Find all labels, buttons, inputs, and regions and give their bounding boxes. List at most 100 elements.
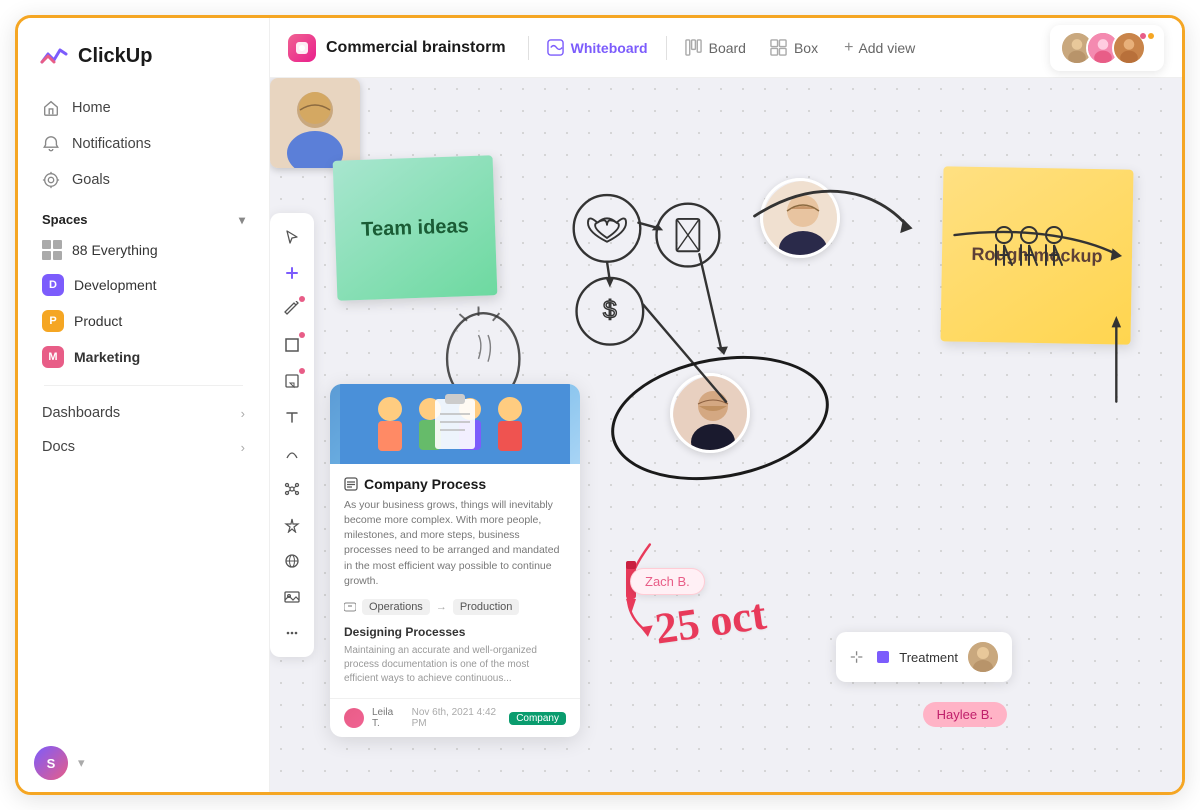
topbar: Commercial brainstorm Whiteboard Board	[270, 18, 1182, 78]
app-name: ClickUp	[78, 45, 152, 68]
doc-flow: Operations → Production	[344, 599, 566, 615]
flow-to: Production	[453, 599, 520, 615]
bell-icon	[42, 135, 60, 153]
treatment-label: Treatment	[899, 650, 958, 665]
box-tab-label: Box	[794, 40, 818, 56]
user-status-dot-2	[1148, 33, 1154, 39]
box-tab-icon	[770, 39, 787, 56]
person-photo-woman-top	[760, 178, 840, 258]
add-view-button[interactable]: + Add view	[834, 33, 925, 63]
whiteboard-tab-label: Whiteboard	[571, 40, 648, 56]
user-dropdown-arrow: ▾	[78, 755, 85, 771]
topbar-right	[1050, 25, 1164, 71]
section-title: Designing Processes	[344, 625, 566, 639]
pen-icon	[284, 301, 300, 317]
sidebar-item-notifications[interactable]: Notifications	[30, 126, 257, 162]
draw-tools-panel	[270, 213, 314, 657]
section-desc: Maintaining an accurate and well-organiz…	[344, 644, 566, 686]
spaces-chevron: ▾	[239, 213, 245, 227]
product-dot: P	[42, 310, 64, 332]
connector-icon	[284, 445, 300, 461]
rect-tool[interactable]	[276, 329, 308, 361]
sticky-tool[interactable]	[276, 365, 308, 397]
add-icon	[284, 265, 300, 281]
sidebar-item-docs[interactable]: Docs ›	[30, 430, 257, 464]
add-tool[interactable]	[276, 257, 308, 289]
sidebar-item-home[interactable]: Home	[30, 90, 257, 126]
document-card[interactable]: Company Process As your business grows, …	[330, 384, 580, 737]
pen-dot	[299, 296, 305, 302]
sidebar-item-dashboards[interactable]: Dashboards ›	[30, 396, 257, 430]
sparkle-tool[interactable]	[276, 509, 308, 541]
sticky-note-green[interactable]: Team ideas	[333, 155, 498, 300]
tab-whiteboard[interactable]: Whiteboard	[535, 33, 660, 62]
treatment-card[interactable]: ⊹ Treatment	[836, 632, 1012, 682]
marketing-label: Marketing	[74, 349, 140, 365]
person-woman-top-svg	[763, 181, 840, 258]
sticky-icon	[284, 373, 300, 389]
spaces-section-header[interactable]: Spaces ▾	[30, 198, 257, 233]
pen-tool[interactable]	[276, 293, 308, 325]
clickup-logo-icon	[38, 40, 70, 72]
image-icon	[284, 589, 300, 605]
svg-text:S: S	[47, 756, 56, 771]
docs-label: Docs	[42, 439, 75, 455]
doc-icon	[344, 477, 358, 491]
plus-icon: +	[844, 39, 853, 57]
sidebar-item-development[interactable]: D Development	[30, 267, 257, 303]
board-tab-label: Board	[709, 40, 746, 56]
person-photo-man	[270, 78, 360, 168]
connector-tool[interactable]	[276, 437, 308, 469]
footer-name: Leila T.	[372, 707, 400, 729]
handwritten-date: 25 oct	[652, 589, 769, 655]
doc-card-body: Company Process As your business grows, …	[330, 464, 580, 698]
doc-banner-illustration	[340, 384, 570, 464]
sidebar-item-product[interactable]: P Product	[30, 303, 257, 339]
sidebar-nav: Home Notifications Goals Spaces ▾	[18, 90, 269, 734]
board-tab-icon	[685, 39, 702, 56]
tab-board[interactable]: Board	[673, 33, 758, 62]
people-figures-icon	[984, 223, 1074, 288]
user-avatar-image: S	[34, 746, 68, 780]
more-tool[interactable]	[276, 617, 308, 649]
person-man-svg	[270, 78, 360, 168]
development-label: Development	[74, 277, 157, 293]
tab-box[interactable]: Box	[758, 33, 830, 62]
globe-icon	[284, 553, 300, 569]
user-avatars-group	[1050, 25, 1164, 71]
treatment-avatar	[968, 642, 998, 672]
footer-date: Nov 6th, 2021 4:42 PM	[412, 707, 502, 729]
home-icon	[42, 99, 60, 117]
sidebar-item-goals[interactable]: Goals	[30, 162, 257, 198]
rect-dot	[299, 332, 305, 338]
cursor-icon	[284, 229, 300, 245]
image-tool[interactable]	[276, 581, 308, 613]
sidebar-item-marketing[interactable]: M Marketing	[30, 339, 257, 375]
tab-divider-2	[666, 36, 667, 60]
whiteboard-canvas[interactable]: $	[270, 78, 1182, 792]
rect-icon	[284, 337, 300, 353]
development-dot: D	[42, 274, 64, 296]
footer-avatar	[344, 708, 364, 728]
home-label: Home	[72, 100, 111, 116]
text-tool[interactable]	[276, 401, 308, 433]
sidebar: ClickUp Home Notifications	[18, 18, 270, 792]
people-figures-svg	[984, 223, 1074, 283]
cursor-tool[interactable]	[276, 221, 308, 253]
main-content: Commercial brainstorm Whiteboard Board	[270, 18, 1182, 792]
flow-icon	[344, 601, 356, 613]
user-avatar-area[interactable]: S ▾	[18, 734, 269, 792]
dashboards-label: Dashboards	[42, 405, 120, 421]
grid-icon	[42, 240, 62, 260]
app-logo: ClickUp	[18, 18, 269, 90]
doc-description: As your business grows, things will inev…	[344, 498, 566, 589]
globe-tool[interactable]	[276, 545, 308, 577]
network-tool[interactable]	[276, 473, 308, 505]
flow-from: Operations	[362, 599, 430, 615]
flow-arrow: →	[436, 601, 447, 613]
svg-text:$: $	[603, 297, 617, 324]
move-cursor-icon: ⊹	[850, 647, 863, 667]
sidebar-item-everything[interactable]: 88 Everything	[30, 233, 257, 267]
goals-label: Goals	[72, 172, 110, 188]
breadcrumb-title: Commercial brainstorm	[326, 39, 506, 57]
